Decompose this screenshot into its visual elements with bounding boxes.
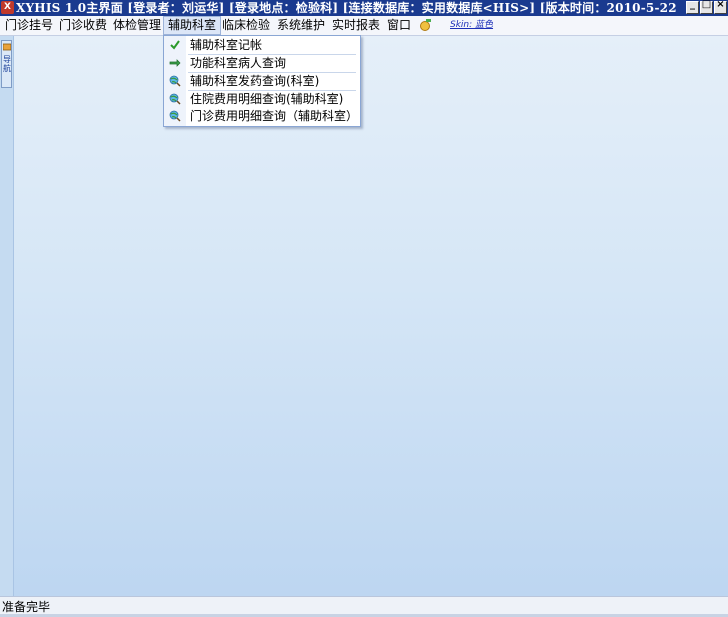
- menu-clinical-lab[interactable]: 临床检验: [218, 17, 274, 34]
- skin-tool-icon[interactable]: [418, 18, 432, 32]
- status-bar: 准备完毕: [0, 596, 728, 617]
- menu-auxiliary-dept[interactable]: 辅助科室: [163, 16, 222, 35]
- menu-physical-exam[interactable]: 体检管理: [109, 17, 165, 34]
- dropdown-item-label: 辅助科室记帐: [190, 38, 263, 52]
- close-icon: ×: [716, 0, 725, 10]
- menu-outpatient-billing[interactable]: 门诊收费: [55, 17, 111, 34]
- menu-window[interactable]: 窗口: [383, 17, 415, 34]
- globe-search-icon: [169, 110, 181, 122]
- dropdown-item-label: 门诊费用明细查询（辅助科室）: [190, 109, 359, 123]
- side-tab-navigation[interactable]: 导航: [1, 40, 12, 88]
- side-tab-label: 导航: [3, 55, 11, 73]
- window-controls: _ □ ×: [686, 0, 727, 15]
- window-title: XYHIS 1.0主界面 [登录者：刘运华] [登录地点：检验科] [连接数据库…: [16, 1, 682, 15]
- dropdown-item-functional-patient-query[interactable]: 功能科室病人查询: [165, 54, 359, 72]
- dropdown-item-label: 功能科室病人查询: [190, 56, 287, 70]
- dropdown-item-label: 住院费用明细查询(辅助科室): [190, 92, 344, 106]
- menu-system-maintenance[interactable]: 系统维护: [273, 17, 329, 34]
- dropdown-item-outpatient-cost-query[interactable]: 门诊费用明细查询（辅助科室）: [165, 107, 359, 125]
- side-panel: [0, 36, 14, 596]
- dropdown-item-dispense-query[interactable]: 辅助科室发药查询(科室): [165, 72, 359, 90]
- minimize-button[interactable]: _: [686, 0, 699, 14]
- title-bar: X XYHIS 1.0主界面 [登录者：刘运华] [登录地点：检验科] [连接数…: [0, 0, 728, 16]
- app-icon[interactable]: X: [1, 1, 14, 14]
- close-button[interactable]: ×: [714, 0, 727, 14]
- hand-pointer-icon: [169, 59, 181, 67]
- dropdown-item-label: 辅助科室发药查询(科室): [190, 74, 320, 88]
- mdi-workspace: [0, 36, 728, 596]
- menu-realtime-reports[interactable]: 实时报表: [328, 17, 384, 34]
- globe-search-icon: [169, 75, 181, 87]
- menu-outpatient-registration[interactable]: 门诊挂号: [1, 17, 57, 34]
- globe-search-icon: [169, 93, 181, 105]
- maximize-button[interactable]: □: [700, 0, 713, 14]
- skin-link[interactable]: Skin: 蓝色: [450, 18, 493, 33]
- dropdown-item-aux-dept-charge[interactable]: 辅助科室记帐: [165, 36, 359, 54]
- dropdown-item-inpatient-cost-query[interactable]: 住院费用明细查询(辅助科室): [165, 90, 359, 108]
- minimize-icon: _: [690, 0, 695, 10]
- nav-icon: [3, 43, 11, 51]
- auxiliary-dept-dropdown: 辅助科室记帐 功能科室病人查询 辅助科室发药查询(科室) 住院费用明细查询(辅助…: [163, 35, 361, 127]
- maximize-icon: □: [701, 0, 712, 10]
- status-text: 准备完毕: [2, 600, 51, 614]
- checkmark-icon: [170, 40, 180, 50]
